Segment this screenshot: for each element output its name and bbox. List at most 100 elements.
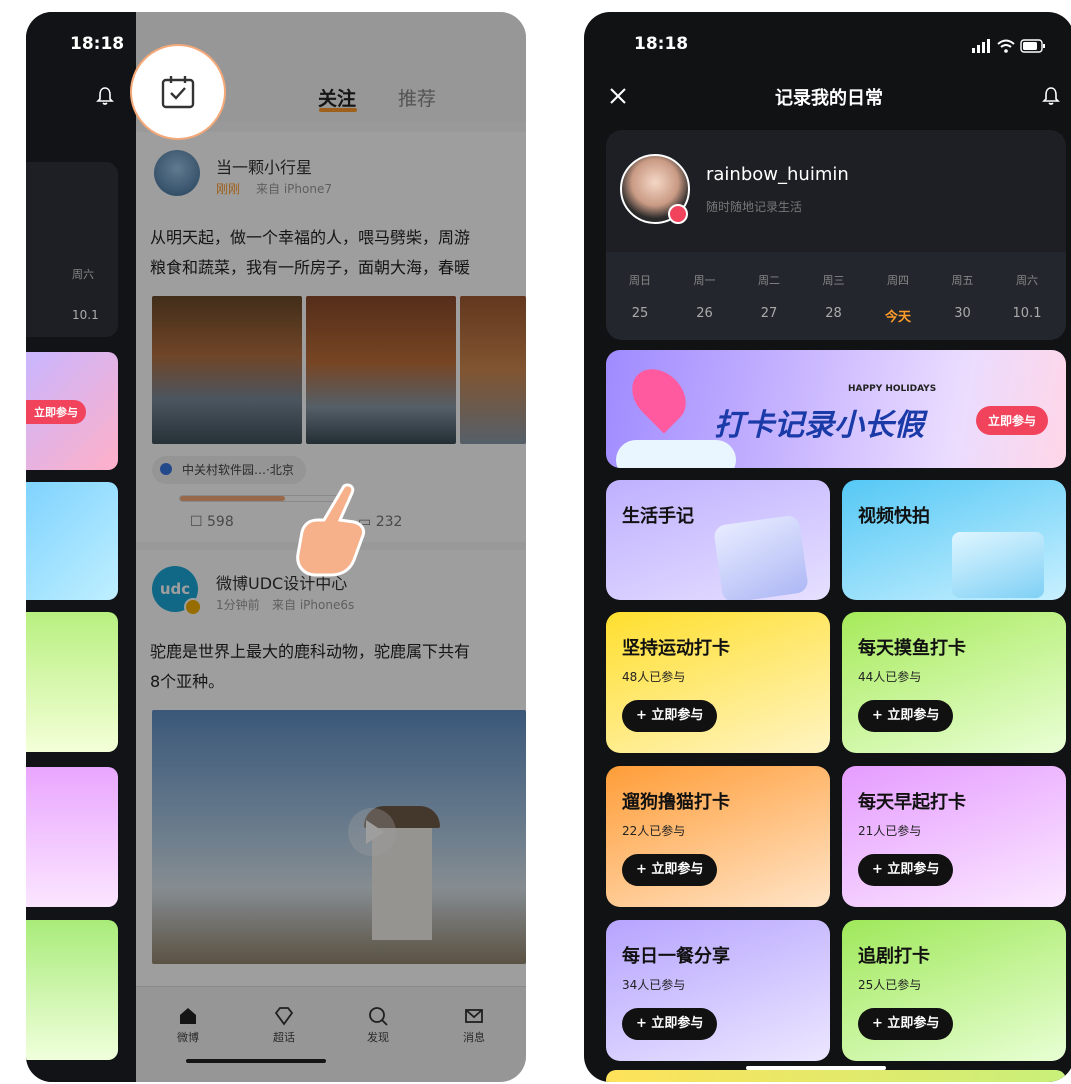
day-name: 周二 bbox=[758, 274, 780, 287]
participant-count: 25人已参与 bbox=[858, 978, 922, 992]
play-icon[interactable] bbox=[346, 806, 398, 858]
video-thumbnail[interactable] bbox=[152, 710, 526, 964]
activity-card[interactable]: 每天早起打卡 21人已参与 + 立即参与 bbox=[842, 766, 1066, 907]
day-name: 周五 bbox=[951, 274, 974, 287]
activity-title: 每天摸鱼打卡 bbox=[858, 638, 966, 659]
week-calendar: 周日 25 周一 26 周二 27 周三 28 周四 今天 周五 30 周六 10.1 bbox=[606, 252, 1066, 340]
day-number: 26 bbox=[696, 306, 713, 321]
post-author[interactable]: 当一颗小行星 bbox=[216, 154, 312, 178]
join-button[interactable]: + 立即参与 bbox=[622, 700, 718, 732]
post-source: 来自 iPhone7 bbox=[256, 182, 332, 196]
video-snap-card[interactable]: 视频快拍 bbox=[842, 480, 1066, 600]
activity-card[interactable]: 追剧打卡 25人已参与 + 立即参与 bbox=[842, 920, 1066, 1061]
tab-recommend[interactable]: 推荐 bbox=[398, 84, 436, 111]
join-fragment-button[interactable]: 立即参与 bbox=[26, 400, 86, 424]
day-number: 27 bbox=[760, 306, 778, 321]
checkin-entry-highlight[interactable] bbox=[130, 44, 226, 140]
video-card-fragment[interactable] bbox=[26, 482, 118, 600]
bell-icon[interactable] bbox=[1042, 86, 1060, 106]
life-notes-card[interactable]: 生活手记 bbox=[606, 480, 830, 600]
post-text-line1: 从明天起，做一个幸福的人，喂马劈柴，周游 bbox=[150, 228, 471, 247]
calendar-day[interactable]: 周日 25 bbox=[608, 272, 672, 321]
activity-card[interactable]: 每天摸鱼打卡 44人已参与 + 立即参与 bbox=[842, 612, 1066, 753]
repost-button[interactable]: ☐ 598 bbox=[190, 514, 234, 530]
background-page-strip: 18:18 周六 10.1 立即参与 bbox=[26, 12, 136, 1082]
nav-label: 超话 bbox=[273, 1031, 295, 1044]
join-button[interactable]: + 立即参与 bbox=[858, 854, 954, 886]
activity-card-fragment[interactable] bbox=[26, 767, 118, 907]
calendar-day[interactable]: 周三 28 bbox=[802, 272, 866, 321]
calendar-day[interactable]: 周一 26 bbox=[673, 272, 737, 321]
signal-icon bbox=[972, 39, 990, 53]
day-name: 周三 bbox=[822, 274, 845, 287]
join-button[interactable]: + 立即参与 bbox=[858, 700, 954, 732]
battery-icon bbox=[1020, 39, 1046, 53]
hand-pointer-icon bbox=[296, 483, 366, 577]
holiday-banner[interactable]: HAPPY HOLIDAYS 打卡记录小长假 立即参与 bbox=[606, 350, 1066, 468]
nav-home[interactable]: 微博 bbox=[158, 1005, 218, 1045]
activity-title: 遛狗撸猫打卡 bbox=[622, 792, 730, 813]
repost-icon: ☐ bbox=[190, 514, 203, 530]
banner-fragment[interactable]: 立即参与 bbox=[26, 352, 118, 470]
activity-card[interactable]: 坚持运动打卡 48人已参与 + 立即参与 bbox=[606, 612, 830, 753]
page-title: 记录我的日常 bbox=[775, 88, 883, 109]
post-time: 1分钟前 bbox=[216, 598, 260, 612]
nav-label: 消息 bbox=[463, 1031, 485, 1044]
participant-count: 22人已参与 bbox=[622, 824, 686, 838]
activity-title: 坚持运动打卡 bbox=[622, 638, 730, 659]
tab-follow[interactable]: 关注 bbox=[318, 84, 356, 111]
activity-card[interactable]: 遛狗撸猫打卡 22人已参与 + 立即参与 bbox=[606, 766, 830, 907]
username[interactable]: rainbow_huimin bbox=[706, 164, 849, 185]
post-photo[interactable] bbox=[306, 296, 456, 444]
join-button[interactable]: + 立即参与 bbox=[622, 854, 718, 886]
activity-title: 每天早起打卡 bbox=[858, 792, 966, 813]
day-num: 10.1 bbox=[72, 308, 99, 322]
day-name: 周六 bbox=[1016, 274, 1038, 287]
status-icons bbox=[972, 38, 1046, 57]
activity-card[interactable]: 每日一餐分享 34人已参与 + 立即参与 bbox=[606, 920, 830, 1061]
map-pin-icon bbox=[621, 358, 697, 434]
mail-icon bbox=[465, 1009, 483, 1023]
post-time: 刚刚 bbox=[216, 182, 241, 196]
post-photo[interactable] bbox=[152, 296, 302, 444]
avatar[interactable] bbox=[154, 150, 200, 196]
participant-count: 21人已参与 bbox=[858, 824, 922, 838]
calendar-day[interactable]: 周五 30 bbox=[931, 272, 995, 321]
activity-title: 追剧打卡 bbox=[858, 946, 930, 967]
banner-join-button[interactable]: 立即参与 bbox=[976, 406, 1049, 435]
activity-card-fragment[interactable] bbox=[26, 612, 118, 752]
participant-count: 34人已参与 bbox=[622, 978, 686, 992]
post-photo[interactable] bbox=[460, 296, 526, 444]
join-button[interactable]: + 立即参与 bbox=[622, 1008, 718, 1040]
repost-count: 598 bbox=[207, 514, 234, 530]
calendar-day[interactable]: 周六 10.1 bbox=[995, 272, 1059, 321]
day-number: 28 bbox=[825, 306, 842, 321]
bell-icon[interactable] bbox=[96, 86, 114, 106]
status-time: 18:18 bbox=[634, 34, 689, 54]
feed-post-2[interactable]: udc 微博UDC设计中心 1分钟前 来自 iPhone6s 驼鹿是世界上最大的… bbox=[136, 550, 526, 1010]
verified-badge bbox=[184, 598, 202, 616]
banner-tag: HAPPY HOLIDAYS bbox=[848, 384, 937, 394]
nav-discover[interactable]: 发现 bbox=[348, 1005, 408, 1045]
location-text: 中关村软件园…·北京 bbox=[182, 463, 294, 477]
drag-progress-fill bbox=[180, 496, 286, 501]
next-row-fragment bbox=[606, 1070, 1066, 1082]
home-indicator bbox=[186, 1059, 326, 1063]
comment-count: 232 bbox=[375, 514, 403, 530]
nav-messages[interactable]: 消息 bbox=[444, 1005, 504, 1045]
location-tag[interactable]: 中关村软件园…·北京 bbox=[152, 456, 306, 484]
calendar-check-icon bbox=[161, 76, 195, 109]
location-pin-icon bbox=[160, 463, 172, 475]
day-name: 周四 bbox=[887, 274, 909, 287]
bottom-tab-bar: 微博 超话 发现 消息 bbox=[136, 986, 526, 1082]
calendar-day[interactable]: 周四 今天 bbox=[866, 272, 930, 325]
calendar-fragment: 周六 10.1 bbox=[26, 162, 118, 337]
join-button[interactable]: + 立即参与 bbox=[858, 1008, 954, 1040]
search-icon bbox=[369, 1007, 388, 1026]
activity-card-fragment[interactable] bbox=[26, 920, 118, 1060]
calendar-day[interactable]: 周二 27 bbox=[737, 272, 801, 321]
day-name: 周一 bbox=[693, 274, 716, 287]
activity-title: 每日一餐分享 bbox=[622, 946, 730, 967]
badge-icon bbox=[668, 204, 688, 224]
nav-supertopic[interactable]: 超话 bbox=[254, 1005, 314, 1045]
